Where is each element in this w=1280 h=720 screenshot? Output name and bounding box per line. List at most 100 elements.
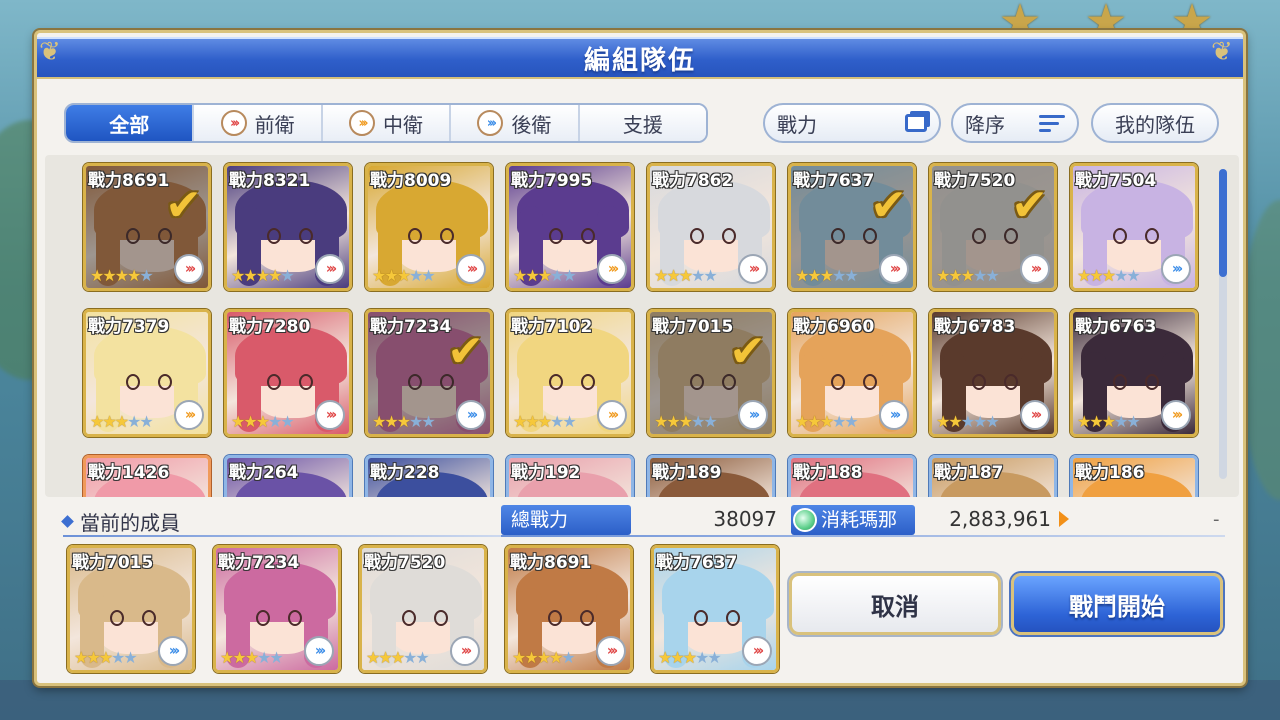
tab-filter-0[interactable]: 全部 — [66, 105, 195, 141]
star-icon: ★ — [795, 412, 809, 431]
character-card[interactable]: 戰力186 — [1070, 455, 1198, 497]
star-icon: ★ — [114, 266, 129, 285]
character-card[interactable]: 戰力7234 ★★★★★ ››› ✔ — [365, 309, 493, 437]
character-power: 戰力186 — [1075, 463, 1145, 483]
star-icon: ★ — [1077, 412, 1091, 431]
tab-filter-1[interactable]: ››› 前衛 — [194, 105, 323, 141]
member-card[interactable]: 戰力7015 ★★★★★ ››› — [67, 545, 195, 673]
tab-label: 全部 — [109, 112, 150, 137]
character-power: 戰力6783 — [934, 317, 1016, 337]
star-rating: ★★★★★ — [74, 648, 138, 667]
member-card[interactable]: 戰力7637 ★★★★★ ››› — [651, 545, 779, 673]
character-card[interactable]: 戰力7504 ★★★★★ ››› — [1070, 163, 1198, 291]
star-rating: ★★★★★ — [795, 412, 859, 431]
star-icon: ★ — [372, 412, 386, 431]
star-icon: ★ — [257, 648, 271, 667]
character-grid-area: 戰力8691 ★★★★★ ››› ✔ 戰力8321 ★★★★★ ››› 戰力8009 ★★★★★… — [45, 155, 1239, 497]
checkmark-icon: ✔ — [870, 180, 907, 231]
star-icon: ★ — [985, 412, 999, 431]
mana-cost-value: 2,883,961 — [949, 507, 1051, 531]
character-card[interactable]: 戰力228 — [365, 455, 493, 497]
star-icon: ★ — [550, 412, 564, 431]
sort-order-label: 降序 — [965, 112, 1005, 137]
diamond-icon — [61, 515, 74, 528]
character-card[interactable]: 戰力7862 ★★★★★ ››› — [647, 163, 775, 291]
divider — [501, 535, 1225, 537]
star-rating: ★★★★★ — [654, 266, 718, 285]
scrollbar-thumb[interactable] — [1219, 169, 1227, 277]
role-orange-icon: ››› — [174, 400, 204, 430]
cancel-button[interactable]: 取消 — [789, 573, 1001, 635]
star-icon: ★ — [654, 412, 668, 431]
star-icon: ★ — [243, 266, 257, 285]
character-card[interactable]: 戰力7520 ★★★★★ ››› ✔ — [929, 163, 1057, 291]
character-card[interactable]: 戰力187 — [929, 455, 1057, 497]
member-card[interactable]: 戰力7234 ★★★★★ ››› — [213, 545, 341, 673]
character-card[interactable]: 戰力7280 ★★★★★ ››› — [224, 309, 352, 437]
star-rating: ★★★★★ — [512, 648, 576, 667]
star-icon: ★ — [550, 266, 564, 285]
arrow-right-icon — [1059, 511, 1069, 527]
character-power: 戰力7280 — [229, 317, 311, 337]
my-team-button[interactable]: 我的隊伍 — [1091, 103, 1219, 143]
star-icon: ★ — [525, 412, 539, 431]
character-card[interactable]: 戰力6960 ★★★★★ ››› — [788, 309, 916, 437]
character-card[interactable]: 戰力8691 ★★★★★ ››› ✔ — [83, 163, 211, 291]
character-card[interactable]: 戰力8321 ★★★★★ ››› — [224, 163, 352, 291]
star-rating: ★★★★★ — [220, 648, 284, 667]
character-card[interactable]: 戰力189 — [647, 455, 775, 497]
star-icon: ★ — [390, 648, 405, 667]
character-card[interactable]: 戰力7995 ★★★★★ ››› — [506, 163, 634, 291]
star-icon: ★ — [231, 412, 245, 431]
star-icon: ★ — [366, 648, 380, 667]
tab-label: 中衛 — [383, 112, 424, 137]
star-icon: ★ — [512, 648, 526, 667]
character-card[interactable]: 戰力7102 ★★★★★ ››› — [506, 309, 634, 437]
star-icon: ★ — [1114, 412, 1128, 431]
star-icon: ★ — [244, 648, 259, 667]
star-icon: ★ — [268, 266, 282, 285]
star-icon: ★ — [409, 412, 423, 431]
star-icon: ★ — [114, 412, 129, 431]
member-card[interactable]: 戰力8691 ★★★★★ ››› — [505, 545, 633, 673]
background-scenery-right — [1240, 200, 1280, 500]
character-card[interactable]: 戰力264 — [224, 455, 352, 497]
star-icon: ★ — [74, 648, 88, 667]
star-icon: ★ — [795, 266, 809, 285]
character-grid: 戰力8691 ★★★★★ ››› ✔ 戰力8321 ★★★★★ ››› 戰力8009 ★★★★★… — [83, 163, 1198, 497]
star-icon: ★ — [513, 266, 527, 285]
star-icon: ★ — [372, 266, 386, 285]
star-icon: ★ — [232, 648, 246, 667]
character-card[interactable]: 戰力7015 ★★★★★ ››› ✔ — [647, 309, 775, 437]
character-card[interactable]: 戰力7637 ★★★★★ ››› ✔ — [788, 163, 916, 291]
corner-ornament-icon: ❦ — [39, 37, 61, 67]
sort-field-button[interactable]: 戰力 — [763, 103, 941, 143]
star-icon: ★ — [537, 266, 552, 285]
character-card[interactable]: 戰力7379 ★★★★★ ››› — [83, 309, 211, 437]
star-icon: ★ — [562, 266, 576, 285]
member-card[interactable]: 戰力7520 ★★★★★ ››› — [359, 545, 487, 673]
star-icon: ★ — [960, 412, 975, 431]
star-icon: ★ — [973, 412, 987, 431]
star-icon: ★ — [682, 648, 697, 667]
star-icon: ★ — [707, 648, 721, 667]
tab-filter-4[interactable]: 支援 — [579, 105, 706, 141]
star-icon: ★ — [139, 412, 153, 431]
character-card[interactable]: 戰力192 — [506, 455, 634, 497]
character-card[interactable]: 戰力1426 — [83, 455, 211, 497]
character-card[interactable]: 戰力6763 ★★★★★ ››› — [1070, 309, 1198, 437]
star-icon: ★ — [832, 266, 846, 285]
corner-ornament-icon: ❦ — [1211, 37, 1233, 67]
checkmark-icon: ✔ — [165, 180, 202, 231]
tab-filter-3[interactable]: ››› 後衛 — [451, 105, 580, 141]
star-icon: ★ — [973, 266, 987, 285]
grid-scrollbar[interactable] — [1219, 169, 1227, 479]
start-battle-button[interactable]: 戰鬥開始 — [1011, 573, 1223, 635]
star-rating: ★★★★★ — [513, 266, 577, 285]
tab-filter-2[interactable]: ››› 中衛 — [322, 105, 452, 141]
star-icon: ★ — [807, 266, 821, 285]
sort-order-button[interactable]: 降序 — [951, 103, 1079, 143]
character-card[interactable]: 戰力8009 ★★★★★ ››› — [365, 163, 493, 291]
character-card[interactable]: 戰力188 — [788, 455, 916, 497]
character-card[interactable]: 戰力6783 ★★★★★ ››› — [929, 309, 1057, 437]
